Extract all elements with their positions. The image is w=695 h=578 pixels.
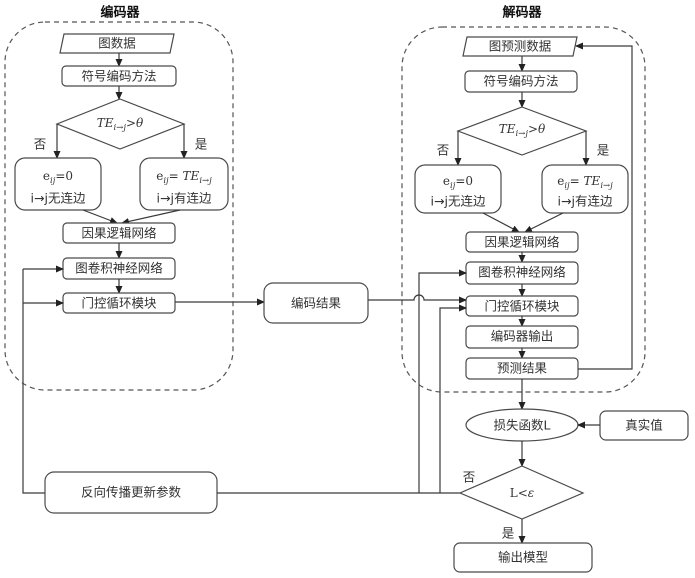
decoder-no-label: 否 [437,143,450,158]
encoder-sign-encoding-label: 符号编码方法 [81,69,156,84]
encoder-no-edge-text: i→j无连边 [31,191,86,206]
encoder-gru-label: 门控循环模块 [81,296,157,311]
decoder-has-edge-text: i→j有连边 [558,194,613,209]
backprop-to-decoder-gru-line [439,304,467,493]
convergence-yes-label: 是 [502,526,515,541]
flow-arrow [121,209,181,225]
encoding-result-label: 编码结果 [291,296,342,311]
loss-function-label: 损失函数L [494,418,551,433]
ground-truth-label: 真实值 [625,418,663,433]
prediction-result-label: 预测结果 [497,361,548,376]
decoder-causal-network-label: 因果逻辑网络 [484,235,560,250]
convergence-condition: L<ε [510,486,534,500]
flow-arrow [482,212,520,233]
flow-arrow [82,209,118,224]
encoding-result-to-decoder-line [368,294,467,304]
encoder-no-label: 否 [34,137,47,152]
backprop-to-decoder-gcn-line [418,269,467,493]
output-model-label: 输出模型 [498,550,548,565]
decoder-sign-encoding-label: 符号编码方法 [483,74,558,89]
decoder-yes-label: 是 [597,143,610,158]
decoder-input-label: 图预测数据 [489,39,552,54]
decoder-output-label: 编码器输出 [491,329,554,344]
decoder-title: 解码器 [501,5,542,21]
convergence-no-label: 否 [463,470,476,485]
flowchart: 编码器 图数据 符号编码方法 TEi→j>θ 否 是 eij=0 i→j无连边 … [4,5,689,573]
encoder-causal-network-label: 因果逻辑网络 [81,226,157,241]
decoder-gru-label: 门控循环模块 [484,299,560,314]
encoder-has-edge-text: i→j有连边 [157,191,212,206]
decoder-no-edge-text: i→j无连边 [431,194,486,209]
decoder-gcn-label: 图卷积神经网络 [478,265,566,280]
flow-arrow [524,212,564,233]
backprop-label: 反向传播更新参数 [81,485,182,500]
encoder-yes-label: 是 [195,137,208,152]
encoder-gcn-label: 图卷积神经网络 [75,261,163,276]
encoder-input-label: 图数据 [98,36,136,51]
encoder-title: 编码器 [100,5,140,21]
